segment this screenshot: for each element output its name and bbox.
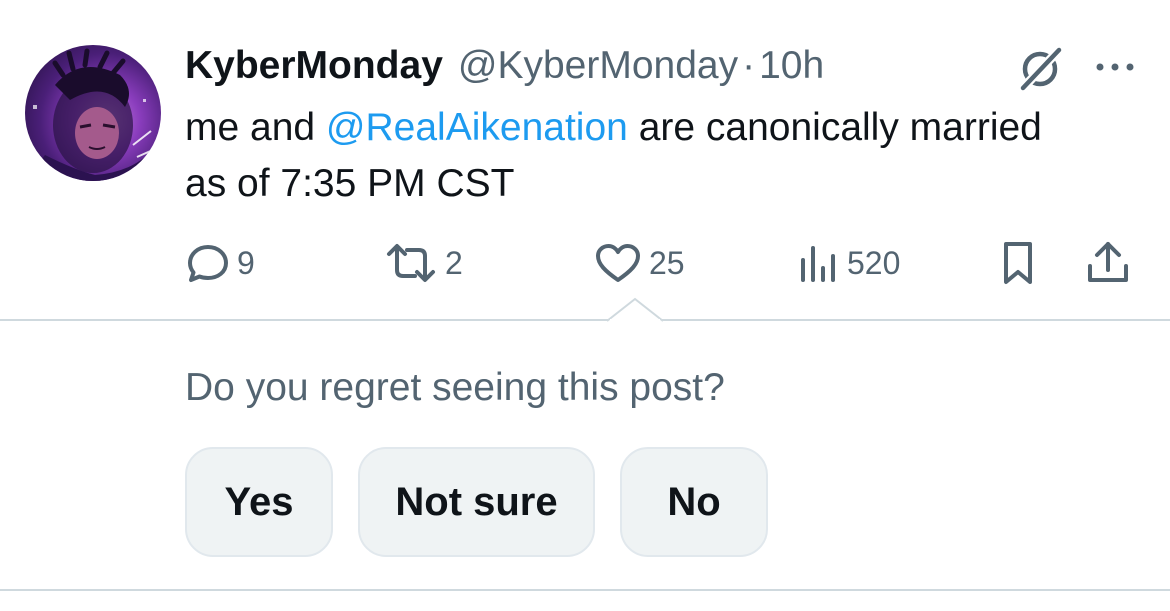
share-button[interactable] bbox=[1083, 238, 1133, 288]
mention-link[interactable]: @RealAikenation bbox=[326, 106, 628, 149]
like-count: 25 bbox=[649, 244, 685, 281]
repost-icon bbox=[383, 240, 439, 286]
reply-button[interactable]: 9 bbox=[185, 238, 255, 288]
views-icon bbox=[795, 240, 841, 286]
not-sure-button[interactable]: Not sure bbox=[358, 447, 595, 557]
action-bar: 9 2 25 520 bbox=[185, 238, 1145, 288]
heart-icon bbox=[593, 240, 643, 286]
avatar[interactable] bbox=[25, 45, 161, 181]
like-button[interactable]: 25 bbox=[593, 238, 685, 288]
more-icon[interactable] bbox=[1090, 54, 1140, 80]
separator-dot: · bbox=[742, 44, 756, 87]
repost-count: 2 bbox=[445, 244, 463, 281]
post-header: KyberMonday @KyberMonday · 10h bbox=[185, 38, 824, 94]
no-button[interactable]: No bbox=[620, 447, 768, 557]
bottom-divider bbox=[0, 589, 1170, 591]
repost-button[interactable]: 2 bbox=[383, 238, 463, 288]
post-text-start: me and bbox=[185, 106, 326, 149]
feedback-question: Do you regret seeing this post? bbox=[185, 366, 725, 409]
user-handle[interactable]: @KyberMonday bbox=[458, 44, 738, 88]
avatar-image bbox=[25, 48, 161, 181]
popover-caret bbox=[606, 297, 664, 323]
share-icon bbox=[1083, 238, 1133, 288]
divider bbox=[0, 319, 1170, 321]
reply-icon bbox=[185, 240, 231, 286]
display-name[interactable]: KyberMonday bbox=[185, 44, 443, 88]
views-button[interactable]: 520 bbox=[795, 238, 900, 288]
grok-icon[interactable] bbox=[1015, 44, 1065, 94]
bookmark-icon bbox=[998, 238, 1038, 288]
post-time[interactable]: 10h bbox=[759, 44, 824, 88]
reply-count: 9 bbox=[237, 244, 255, 281]
post-text: me and @RealAikenation are canonically m… bbox=[185, 100, 1085, 212]
bookmark-button[interactable] bbox=[998, 238, 1038, 288]
yes-button[interactable]: Yes bbox=[185, 447, 333, 557]
views-count: 520 bbox=[847, 244, 901, 281]
